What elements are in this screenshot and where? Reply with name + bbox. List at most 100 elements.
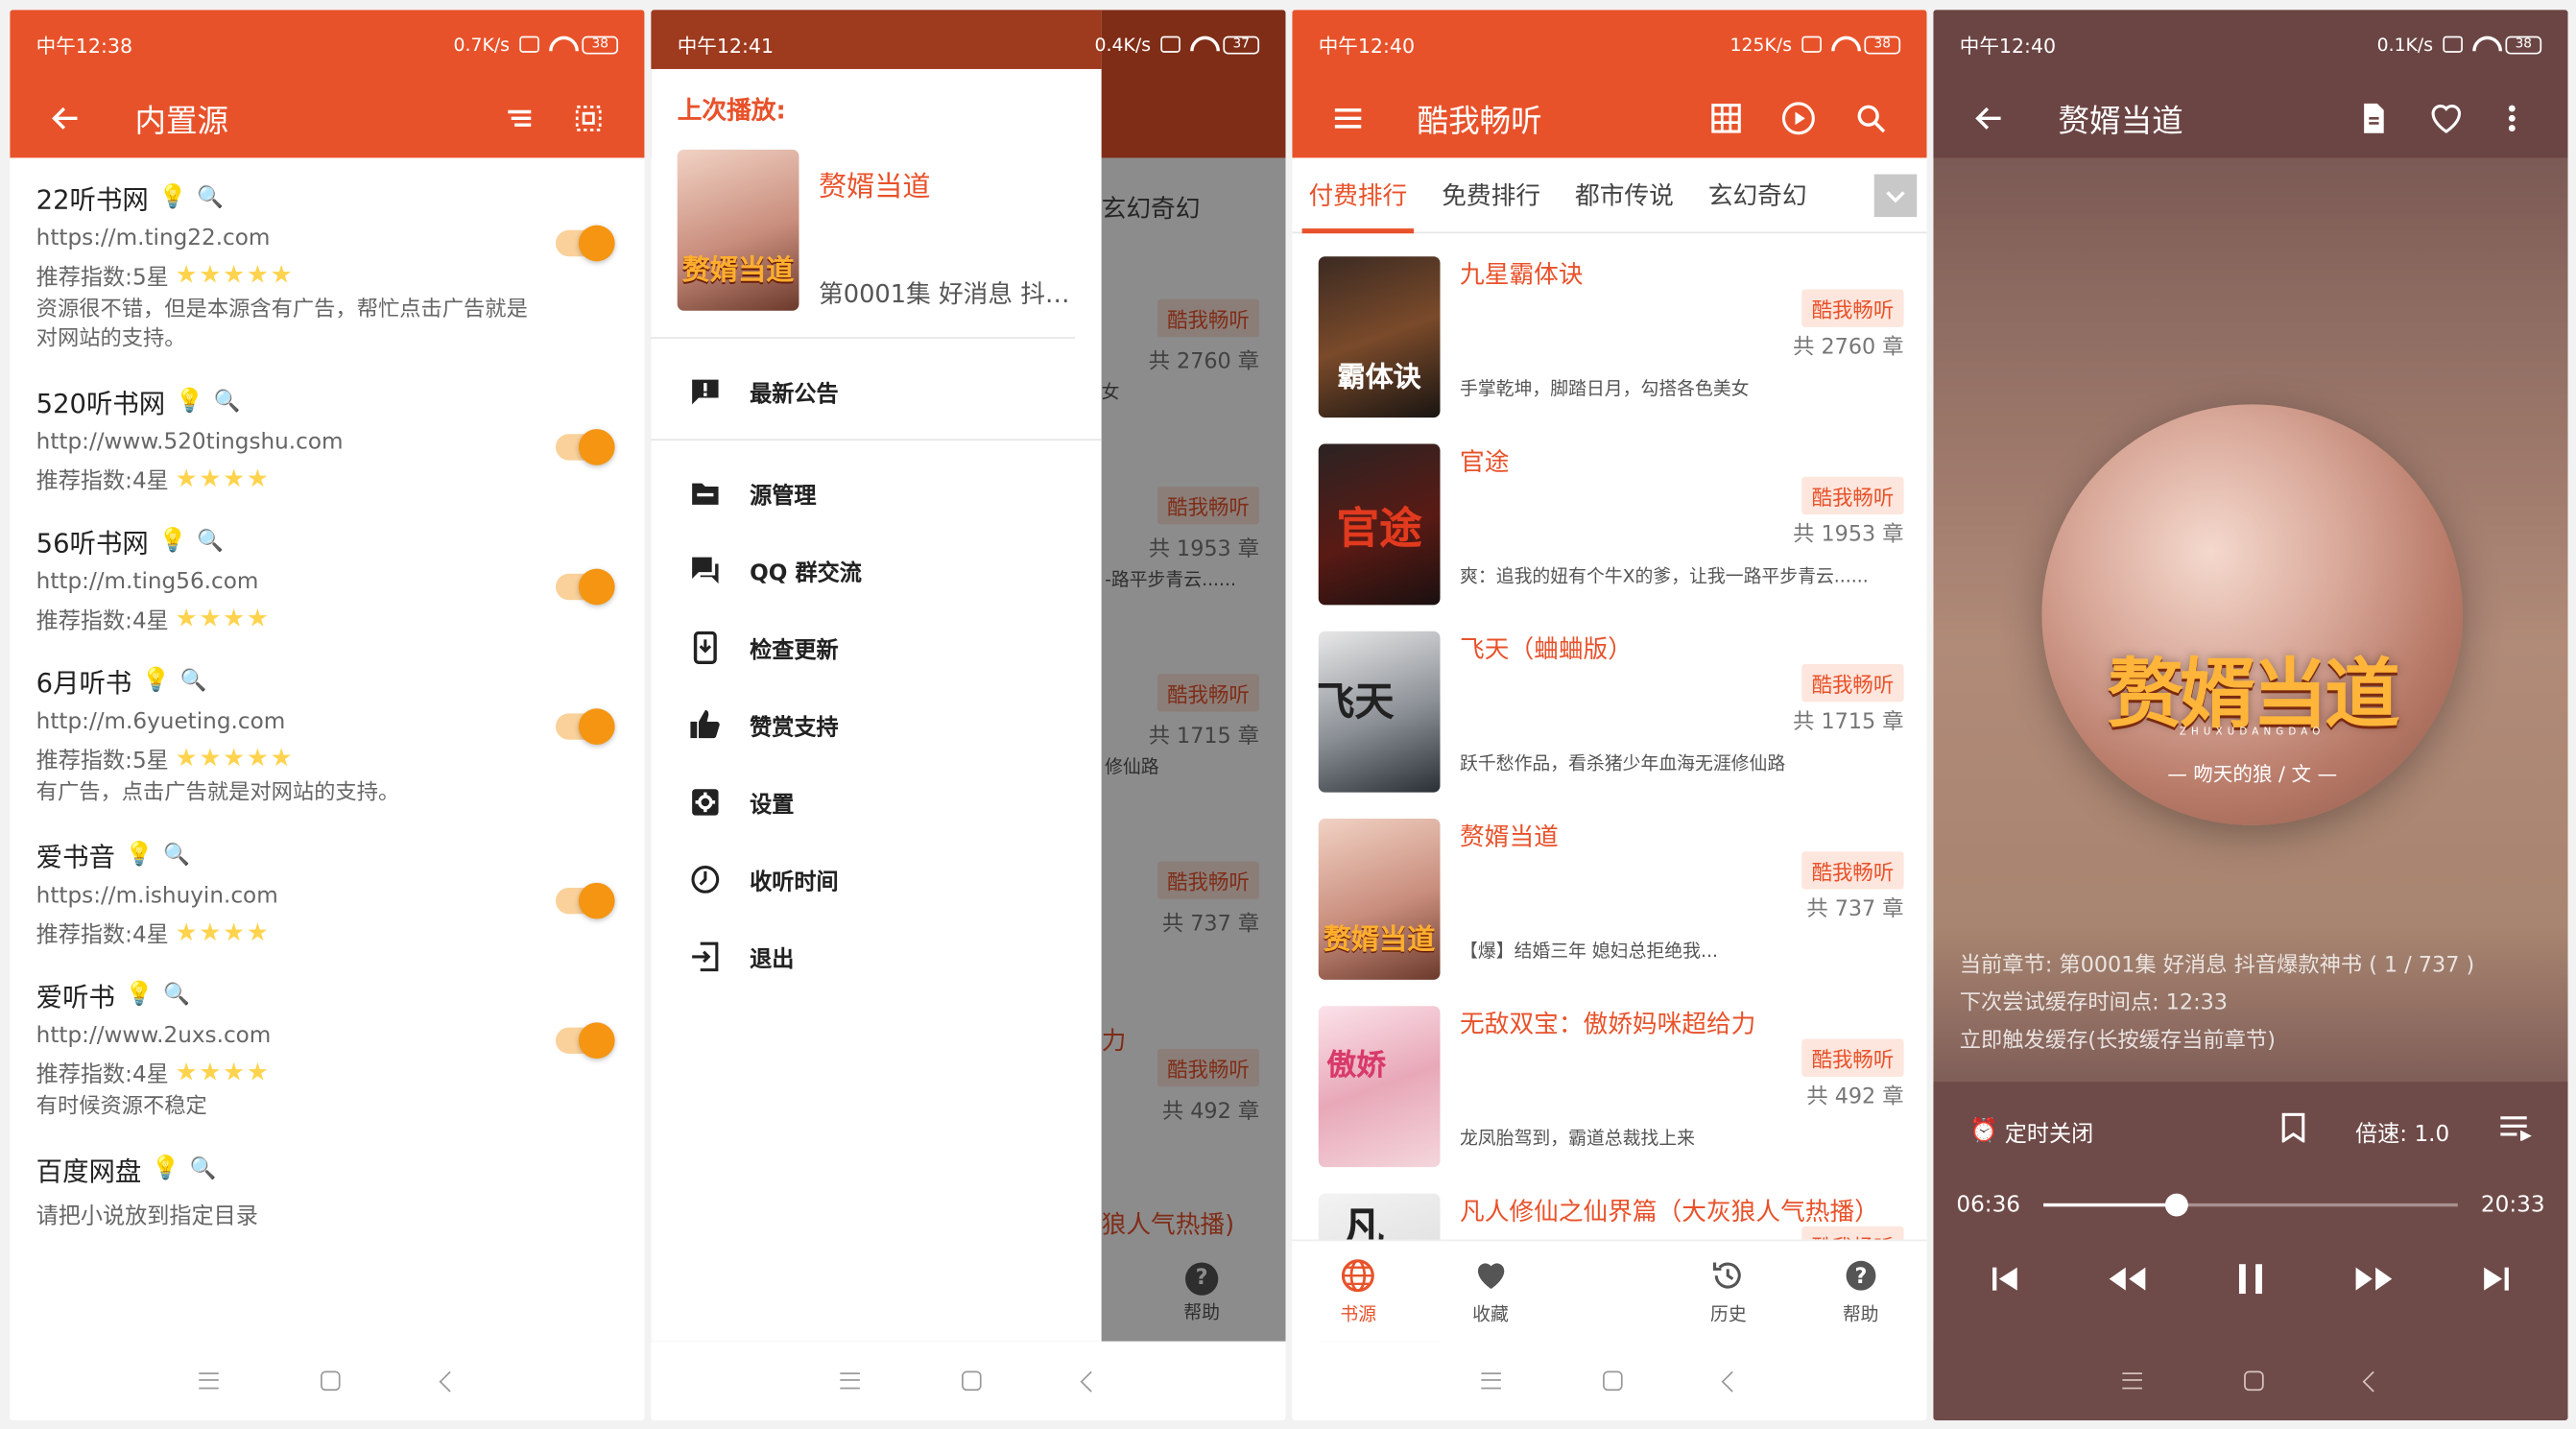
book-title: 赘婿当道 <box>1460 822 1559 852</box>
playlist-icon[interactable] <box>2499 1114 2532 1147</box>
fast-forward-icon[interactable] <box>2352 1263 2396 1302</box>
back-arrow-icon[interactable] <box>36 88 96 148</box>
source-toggle[interactable] <box>555 1022 615 1060</box>
menu-exit[interactable]: 退出 <box>651 917 1101 995</box>
recents-icon[interactable] <box>839 1372 859 1390</box>
home-icon[interactable] <box>961 1370 981 1392</box>
menu-label: QQ 群交流 <box>750 560 862 586</box>
source-item[interactable]: 6月听书 💡 🔍 http://m.6yueting.com 推荐指数:5星 ★★★★… <box>36 661 618 809</box>
cover-title: 傲娇 <box>1326 1048 1386 1084</box>
skip-next-icon[interactable] <box>2479 1263 2512 1302</box>
chevron-down-icon[interactable] <box>1873 174 1918 218</box>
rewind-icon[interactable] <box>2106 1263 2149 1302</box>
select-all-icon[interactable] <box>559 88 618 148</box>
nav-history[interactable]: 历史 <box>1662 1241 1795 1341</box>
pause-icon[interactable] <box>2232 1261 2269 1304</box>
back-icon[interactable] <box>438 1369 460 1392</box>
book-item[interactable]: 霸体诀 九星霸体诀 酷我畅听 共 2760 章 手掌乾坤，脚踏日月，勾搭各色美女 <box>1292 244 1926 431</box>
seek-knob[interactable] <box>2164 1193 2188 1217</box>
net-speed: 0.1K/s <box>2376 34 2434 56</box>
menu-check-update[interactable]: 检查更新 <box>651 608 1101 686</box>
book-item[interactable]: 傲娇 无敌双宝：傲娇妈咪超给力 酷我畅听 共 492 章 龙凤胎驾到，霸道总裁找… <box>1292 993 1926 1180</box>
speed-button[interactable]: 倍速: 1.0 <box>2355 1114 2449 1147</box>
source-item[interactable]: 56听书网 💡 🔍 http://m.ting56.com 推荐指数:4星 ★★★★ <box>36 521 618 634</box>
book-item[interactable]: 官途 官途 酷我畅听 共 1953 章 爽：追我的妞有个牛X的爹，让我一路平步青… <box>1292 431 1926 618</box>
bulb-icon[interactable]: 💡 <box>125 842 154 868</box>
search-icon[interactable]: 🔍 <box>190 1156 217 1181</box>
back-icon[interactable] <box>1079 1369 1101 1392</box>
last-play-card[interactable]: 赘婿当道 赘婿当道 第0001集 好消息 抖音爆款神书 <box>651 149 1076 339</box>
source-list: 22听书网 💡 🔍 https://m.ting22.com 推荐指数:5星 ★★★★… <box>10 157 644 1229</box>
source-item[interactable]: 22听书网 💡 🔍 https://m.ting22.com 推荐指数:5星 ★★★★… <box>36 178 618 355</box>
menu-announcements[interactable]: 最新公告 <box>651 352 1101 430</box>
search-icon[interactable]: 🔍 <box>214 389 241 414</box>
nav-help[interactable]: ? 帮助 <box>1795 1241 1927 1341</box>
search-icon[interactable]: 🔍 <box>197 529 224 554</box>
bulb-icon[interactable]: 💡 <box>142 667 171 693</box>
source-toggle[interactable] <box>555 568 615 606</box>
menu-qq-group[interactable]: QQ 群交流 <box>651 531 1101 608</box>
bulb-icon[interactable]: 💡 <box>176 388 204 414</box>
nav-favorites[interactable]: 收藏 <box>1424 1241 1557 1341</box>
bookmark-icon[interactable] <box>2279 1112 2305 1150</box>
page-title: 赘婿当道 <box>2058 103 2183 139</box>
grid-icon[interactable] <box>1697 88 1756 148</box>
source-item[interactable]: 百度网盘 💡 🔍 请把小说放到指定目录 <box>36 1149 618 1229</box>
nav-sources[interactable]: 书源 <box>1292 1241 1424 1341</box>
recents-icon[interactable] <box>1480 1372 1501 1390</box>
bulb-icon[interactable]: 💡 <box>125 982 154 1008</box>
chapter-count: 共 2760 章 <box>1793 335 1904 361</box>
home-icon[interactable] <box>320 1370 340 1392</box>
recents-icon[interactable] <box>2121 1372 2142 1390</box>
search-icon[interactable]: 🔍 <box>163 843 190 868</box>
search-icon[interactable]: 🔍 <box>197 185 224 210</box>
back-icon[interactable] <box>1720 1369 1742 1392</box>
menu-source-manage[interactable]: 源管理 <box>651 454 1101 532</box>
more-vert-icon[interactable] <box>2482 88 2541 148</box>
source-toggle[interactable] <box>555 429 615 465</box>
sleep-timer-button[interactable]: ⏰ 定时关闭 <box>1969 1114 2093 1148</box>
source-item[interactable]: 爱听书 💡 🔍 http://www.2uxs.com 推荐指数:4星 ★★★★ 有时… <box>36 975 618 1123</box>
seek-bar[interactable] <box>2042 1193 2458 1217</box>
home-icon[interactable] <box>2243 1370 2263 1392</box>
document-icon[interactable] <box>2345 88 2404 148</box>
tab-fantasy[interactable]: 玄幻奇幻 <box>1708 157 1807 233</box>
back-icon[interactable] <box>2361 1369 2383 1392</box>
status-bar: 中午12:40 0.1K/s 38 <box>1933 10 2567 79</box>
sort-icon[interactable] <box>489 88 549 148</box>
hamburger-icon[interactable] <box>1319 88 1378 148</box>
bottom-navigation: 书源 收藏 历史 ? 帮助 <box>1292 1239 1927 1342</box>
home-icon[interactable] <box>1602 1370 1622 1392</box>
source-item[interactable]: 爱书音 💡 🔍 https://m.ishuyin.com 推荐指数:4星 ★★★★ <box>36 835 618 948</box>
source-item[interactable]: 520听书网 💡 🔍 http://www.520tingshu.com 推荐指数:… <box>36 381 618 495</box>
search-icon[interactable] <box>1841 88 1900 148</box>
menu-listen-time[interactable]: 收听时间 <box>651 840 1101 917</box>
source-tag: 酷我畅听 <box>1801 851 1904 890</box>
bulb-icon[interactable]: 💡 <box>158 184 187 210</box>
tab-paid-ranking[interactable]: 付费排行 <box>1301 157 1415 233</box>
play-circle-icon[interactable] <box>1769 88 1828 148</box>
status-bar: 中午12:38 0.7K/s 38 <box>10 10 644 79</box>
menu-donate[interactable]: 赞赏支持 <box>651 685 1101 763</box>
source-toggle[interactable] <box>555 708 615 745</box>
heart-outline-icon[interactable] <box>2417 88 2476 148</box>
skip-previous-icon[interactable] <box>1990 1263 2022 1302</box>
trigger-cache-link[interactable]: 立即触发缓存(长按缓存当前章节) <box>1960 1022 2474 1060</box>
book-item[interactable]: 飞天 飞天（蛐蛐版） 酷我畅听 共 1715 章 跃千愁作品，看杀猪少年血海无涯… <box>1292 618 1926 805</box>
tab-urban-legend[interactable]: 都市传说 <box>1575 157 1674 233</box>
back-arrow-icon[interactable] <box>1960 88 2019 148</box>
rating-stars: ★★★★★ <box>175 743 295 774</box>
source-toggle[interactable] <box>555 225 615 262</box>
recents-icon[interactable] <box>198 1372 218 1390</box>
bulb-icon[interactable]: 💡 <box>152 1155 180 1181</box>
nav-label: 书源 <box>1340 1302 1377 1324</box>
bulb-icon[interactable]: 💡 <box>158 528 187 554</box>
book-cover: 赘婿当道 <box>677 149 799 311</box>
search-icon[interactable]: 🔍 <box>180 668 207 693</box>
source-toggle[interactable] <box>555 882 615 919</box>
search-icon[interactable]: 🔍 <box>163 982 190 1007</box>
screen-drawer: 玄幻奇幻 酷我畅听共 2760 章 酷我畅听共 1953 章 酷我畅听共 171… <box>651 10 1286 1420</box>
menu-settings[interactable]: 设置 <box>651 763 1101 841</box>
book-item[interactable]: 赘婿当道 赘婿当道 酷我畅听 共 737 章 【爆】结婚三年 媳妇总拒绝我... <box>1292 805 1926 992</box>
tab-free-ranking[interactable]: 免费排行 <box>1442 157 1540 233</box>
